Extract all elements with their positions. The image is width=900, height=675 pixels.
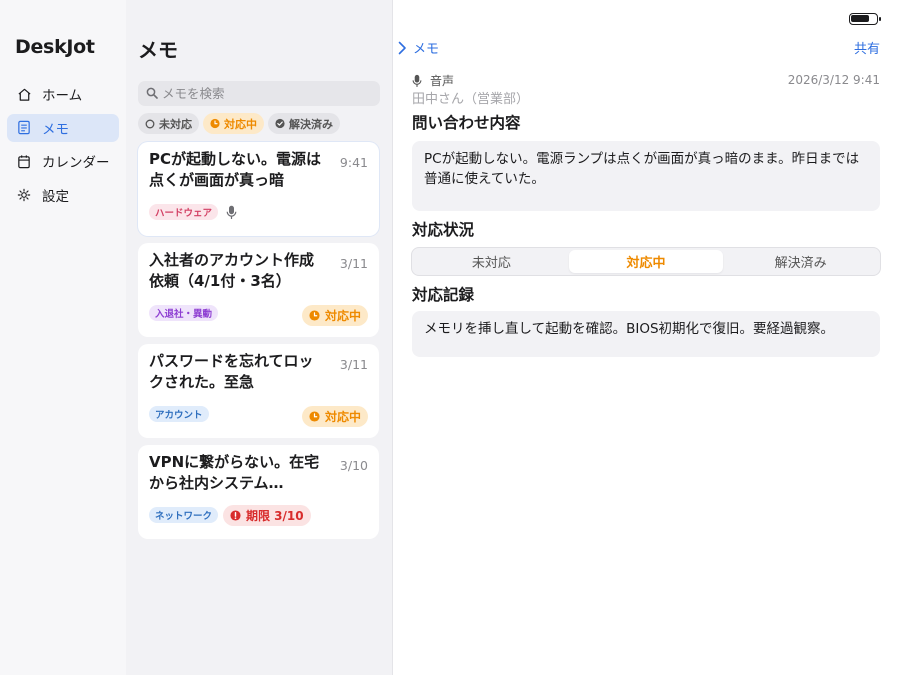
status-section-title: 対応状況 xyxy=(412,221,475,239)
status-badge: 対応中 xyxy=(301,406,368,427)
status-badge: 対応中 xyxy=(301,305,368,326)
memo-card-title: パスワードを忘れてロックされた。至急 xyxy=(149,352,314,391)
memo-card-title: VPNに繋がらない。在宅から社内システム… xyxy=(149,453,320,492)
filter-chip-label: 解決済み xyxy=(289,117,333,131)
deadline-badge: 期限 3/10 xyxy=(223,505,311,526)
memo-card[interactable]: VPNに繋がらない。在宅から社内システム… 3/10 ネットワーク 期限 3/1… xyxy=(138,445,379,539)
memo-timestamp: 2026/3/12 9:41 xyxy=(787,73,880,87)
app-title: DeskJot xyxy=(15,36,95,58)
clock-icon xyxy=(309,411,320,422)
memo-card-date: 3/10 xyxy=(339,458,368,473)
source-label: 音声 xyxy=(412,72,454,89)
sidebar: DeskJot ホーム メモ カレンダー 設定 xyxy=(0,0,126,675)
memo-card-title: 入社者のアカウント作成依頼（4/1付・3名） xyxy=(149,251,315,290)
category-tag: アカウント xyxy=(149,406,209,422)
category-tag: ハードウェア xyxy=(149,204,219,220)
inquiry-section-title: 問い合わせ内容 xyxy=(412,114,521,132)
clock-icon xyxy=(210,118,220,129)
sidebar-item-label: ホーム xyxy=(42,88,83,104)
status-filters: 未対応 対応中 解決済み xyxy=(138,113,340,134)
status-option-resolved[interactable]: 解決済み xyxy=(723,250,878,273)
clock-icon xyxy=(309,310,320,321)
sidebar-item-notes[interactable]: メモ xyxy=(7,113,119,142)
filter-chip-open[interactable]: 未対応 xyxy=(138,113,199,134)
sidebar-nav: ホーム メモ カレンダー 設定 xyxy=(7,80,119,214)
sidebar-item-settings[interactable]: 設定 xyxy=(7,181,119,209)
filter-chip-label: 未対応 xyxy=(159,117,192,131)
battery-icon xyxy=(849,13,881,25)
customer-name: 田中さん（営業部） xyxy=(412,92,530,107)
microphone-icon xyxy=(224,204,238,220)
category-tag: 入退社・異動 xyxy=(149,305,219,321)
memo-card[interactable]: パスワードを忘れてロックされた。至急 3/11 アカウント 対応中 xyxy=(138,344,379,438)
filter-chip-in-progress[interactable]: 対応中 xyxy=(203,113,264,134)
share-button[interactable]: 共有 xyxy=(854,38,880,57)
gear-icon xyxy=(16,187,32,203)
status-badge-label: 対応中 xyxy=(324,410,361,424)
home-icon xyxy=(16,86,32,102)
filter-chip-resolved[interactable]: 解決済み xyxy=(268,113,340,134)
status-segmented-control: 未対応 対応中 解決済み xyxy=(411,247,881,276)
calendar-icon xyxy=(16,153,32,169)
circle-outline-icon xyxy=(145,119,155,129)
sidebar-item-label: カレンダー xyxy=(42,155,110,171)
source-label-text: 音声 xyxy=(430,74,455,88)
back-button-label: メモ xyxy=(413,42,440,57)
log-section-title: 対応記録 xyxy=(412,286,475,304)
microphone-icon xyxy=(412,74,424,88)
sidebar-item-label: 設定 xyxy=(42,188,69,205)
status-badge-label: 対応中 xyxy=(324,309,361,323)
sidebar-item-calendar[interactable]: カレンダー xyxy=(7,147,119,175)
list-title: メモ xyxy=(138,38,178,62)
sidebar-item-label: メモ xyxy=(42,121,69,138)
chevron-right-icon xyxy=(398,41,408,55)
status-option-in-progress[interactable]: 対応中 xyxy=(568,250,724,273)
memo-detail: メモ 共有 音声 2026/3/12 9:41 田中さん（営業部） 問い合わせ内… xyxy=(393,0,900,675)
memo-card-date: 3/11 xyxy=(339,357,368,372)
notes-icon xyxy=(16,120,32,136)
back-button[interactable]: メモ xyxy=(398,38,439,57)
status-option-open[interactable]: 未対応 xyxy=(414,250,569,273)
filter-chip-label: 対応中 xyxy=(224,117,257,131)
inquiry-text-field[interactable]: PCが起動しない。電源ランプは点くが画面が真っ暗のまま。昨日までは普通に使えてい… xyxy=(412,141,880,211)
alert-icon xyxy=(230,510,241,521)
memo-card[interactable]: PCが起動しない。電源は点くが画面が真っ暗 9:41 ハードウェア xyxy=(138,142,379,236)
deadline-badge-label: 期限 3/10 xyxy=(246,509,304,523)
log-text-field[interactable]: メモリを挿し直して起動を確認。BIOS初期化で復旧。要経過観察。 xyxy=(412,311,880,357)
memo-card-date: 3/11 xyxy=(339,256,368,271)
search-bar[interactable] xyxy=(138,81,380,106)
memo-card-date: 9:41 xyxy=(339,155,368,170)
category-tag: ネットワーク xyxy=(149,507,219,523)
check-circle-icon xyxy=(275,118,285,129)
memo-card-title: PCが起動しない。電源は点くが画面が真っ暗 xyxy=(149,150,322,189)
memo-list-column: メモ 未対応 対応中 解決済み PCが起動しない。電源は点くが画面が真っ xyxy=(126,0,392,675)
search-icon xyxy=(146,84,158,103)
memo-card[interactable]: 入社者のアカウント作成依頼（4/1付・3名） 3/11 入退社・異動 対応中 xyxy=(138,243,379,337)
sidebar-item-home[interactable]: ホーム xyxy=(7,80,119,108)
search-input[interactable] xyxy=(162,86,372,101)
